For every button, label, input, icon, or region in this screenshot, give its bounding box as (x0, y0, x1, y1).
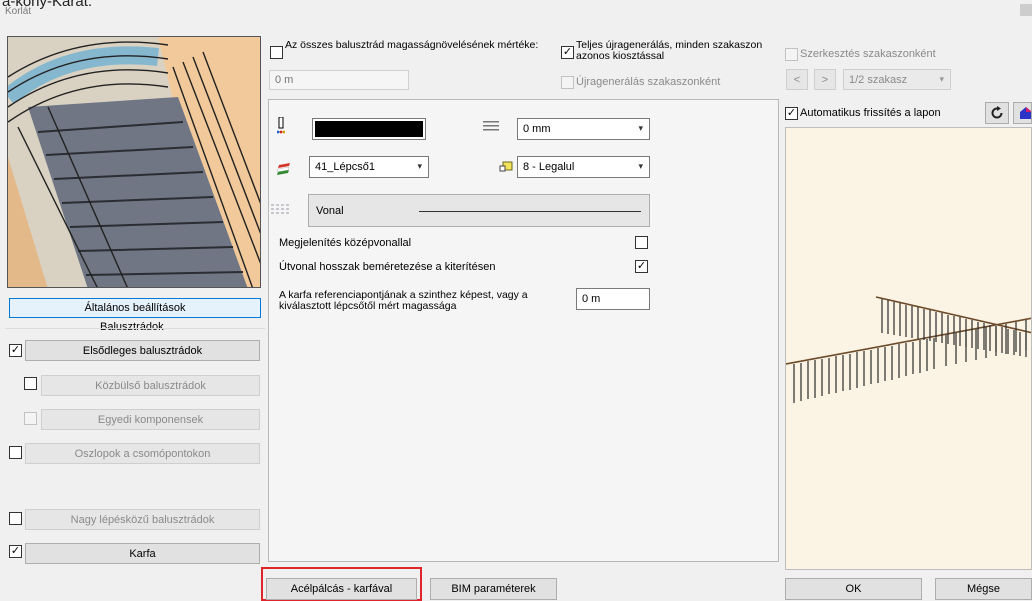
auto-refresh-label: Automatikus frissítés a lapon (800, 107, 941, 119)
primary-balusters-button[interactable]: Elsődleges balusztrádok (25, 340, 260, 361)
unique-components-button[interactable]: Egyedi komponensek (41, 409, 260, 430)
unique-components-checkbox[interactable] (24, 412, 37, 425)
refresh-icon (991, 106, 1003, 119)
line-type-icon (271, 203, 291, 215)
3d-view-button[interactable] (1013, 102, 1032, 124)
regen-per-section-checkbox[interactable] (561, 76, 574, 89)
chevron-down-icon: ▾ (939, 73, 944, 84)
balusters-group-line (5, 328, 265, 329)
general-settings-button[interactable]: Általános beállítások (9, 298, 261, 318)
handrail-button[interactable]: Karfa (25, 543, 260, 564)
house-icon (1020, 107, 1031, 119)
height-increase-label: Az összes balusztrád magasságnövelésének… (285, 39, 539, 51)
full-regen-label: Teljes újragenerálás, minden szakaszon a… (576, 39, 763, 62)
auto-refresh-checkbox[interactable]: ✓ (785, 107, 798, 120)
layer-value: 41_Lépcső1 (315, 161, 375, 173)
next-section-button[interactable]: > (814, 69, 836, 90)
window-title: Korlát (5, 6, 32, 17)
level-value: 8 - Legalul (523, 161, 575, 173)
line-offset-dropdown[interactable]: 0 mm ▾ (517, 118, 650, 140)
railing-preview-image (7, 36, 261, 288)
layer-icon (276, 163, 291, 175)
posts-checkbox[interactable] (9, 446, 22, 459)
line-weight-icon (483, 121, 499, 131)
edit-per-section-checkbox[interactable] (785, 48, 798, 61)
large-step-balusters-button[interactable]: Nagy lépésközű balusztrádok (25, 509, 260, 530)
primary-balusters-checkbox[interactable]: ✓ (9, 344, 22, 357)
handrail-checkbox[interactable]: ✓ (9, 545, 22, 558)
line-type-label: Vonal (316, 205, 344, 217)
show-centerline-label: Megjelenítés középvonallal (279, 237, 412, 249)
regen-per-section-label: Újragenerálás szakaszonként (576, 76, 721, 88)
pen-icon (276, 116, 286, 134)
balusters-heading: Balusztrádok (100, 321, 164, 333)
refresh-button[interactable] (985, 102, 1009, 124)
ref-height-input[interactable]: 0 m (576, 288, 650, 310)
section-dropdown[interactable]: 1/2 szakasz ▾ (843, 69, 951, 90)
height-increase-input[interactable]: 0 m (269, 70, 409, 90)
large-step-balusters-checkbox[interactable] (9, 512, 22, 525)
chevron-down-icon: ▾ (638, 122, 643, 133)
3d-preview-pane (785, 127, 1032, 570)
dimension-length-checkbox[interactable]: ✓ (635, 260, 648, 273)
posts-button[interactable]: Oszlopok a csomópontokon (25, 443, 260, 464)
dimension-length-label: Útvonal hosszak beméretezése a kiterítés… (279, 261, 496, 273)
line-type-button[interactable]: Vonal (308, 194, 650, 227)
color-swatch-fill (315, 121, 423, 137)
level-icon (499, 161, 513, 175)
line-type-sample (419, 211, 641, 212)
section-value: 1/2 szakasz (849, 73, 908, 86)
close-icon[interactable] (1020, 4, 1032, 16)
height-increase-checkbox[interactable] (270, 46, 283, 59)
color-swatch[interactable] (312, 118, 426, 140)
layer-dropdown[interactable]: 41_Lépcső1 ▾ (309, 156, 429, 178)
edit-per-section-label: Szerkesztés szakaszonként (800, 48, 936, 60)
intermediate-balusters-button[interactable]: Közbülső balusztrádok (41, 375, 260, 396)
intermediate-balusters-checkbox[interactable] (24, 377, 37, 390)
show-centerline-checkbox[interactable] (635, 236, 648, 249)
full-regen-checkbox[interactable]: ✓ (561, 46, 574, 59)
ref-height-label: A karfa referenciapontjának a szinthez k… (279, 289, 528, 312)
chevron-down-icon: ▾ (638, 160, 643, 171)
chevron-down-icon: ▾ (417, 160, 422, 171)
level-dropdown[interactable]: 8 - Legalul ▾ (517, 156, 650, 178)
line-offset-value: 0 mm (523, 123, 551, 135)
prev-section-button[interactable]: < (786, 69, 808, 90)
